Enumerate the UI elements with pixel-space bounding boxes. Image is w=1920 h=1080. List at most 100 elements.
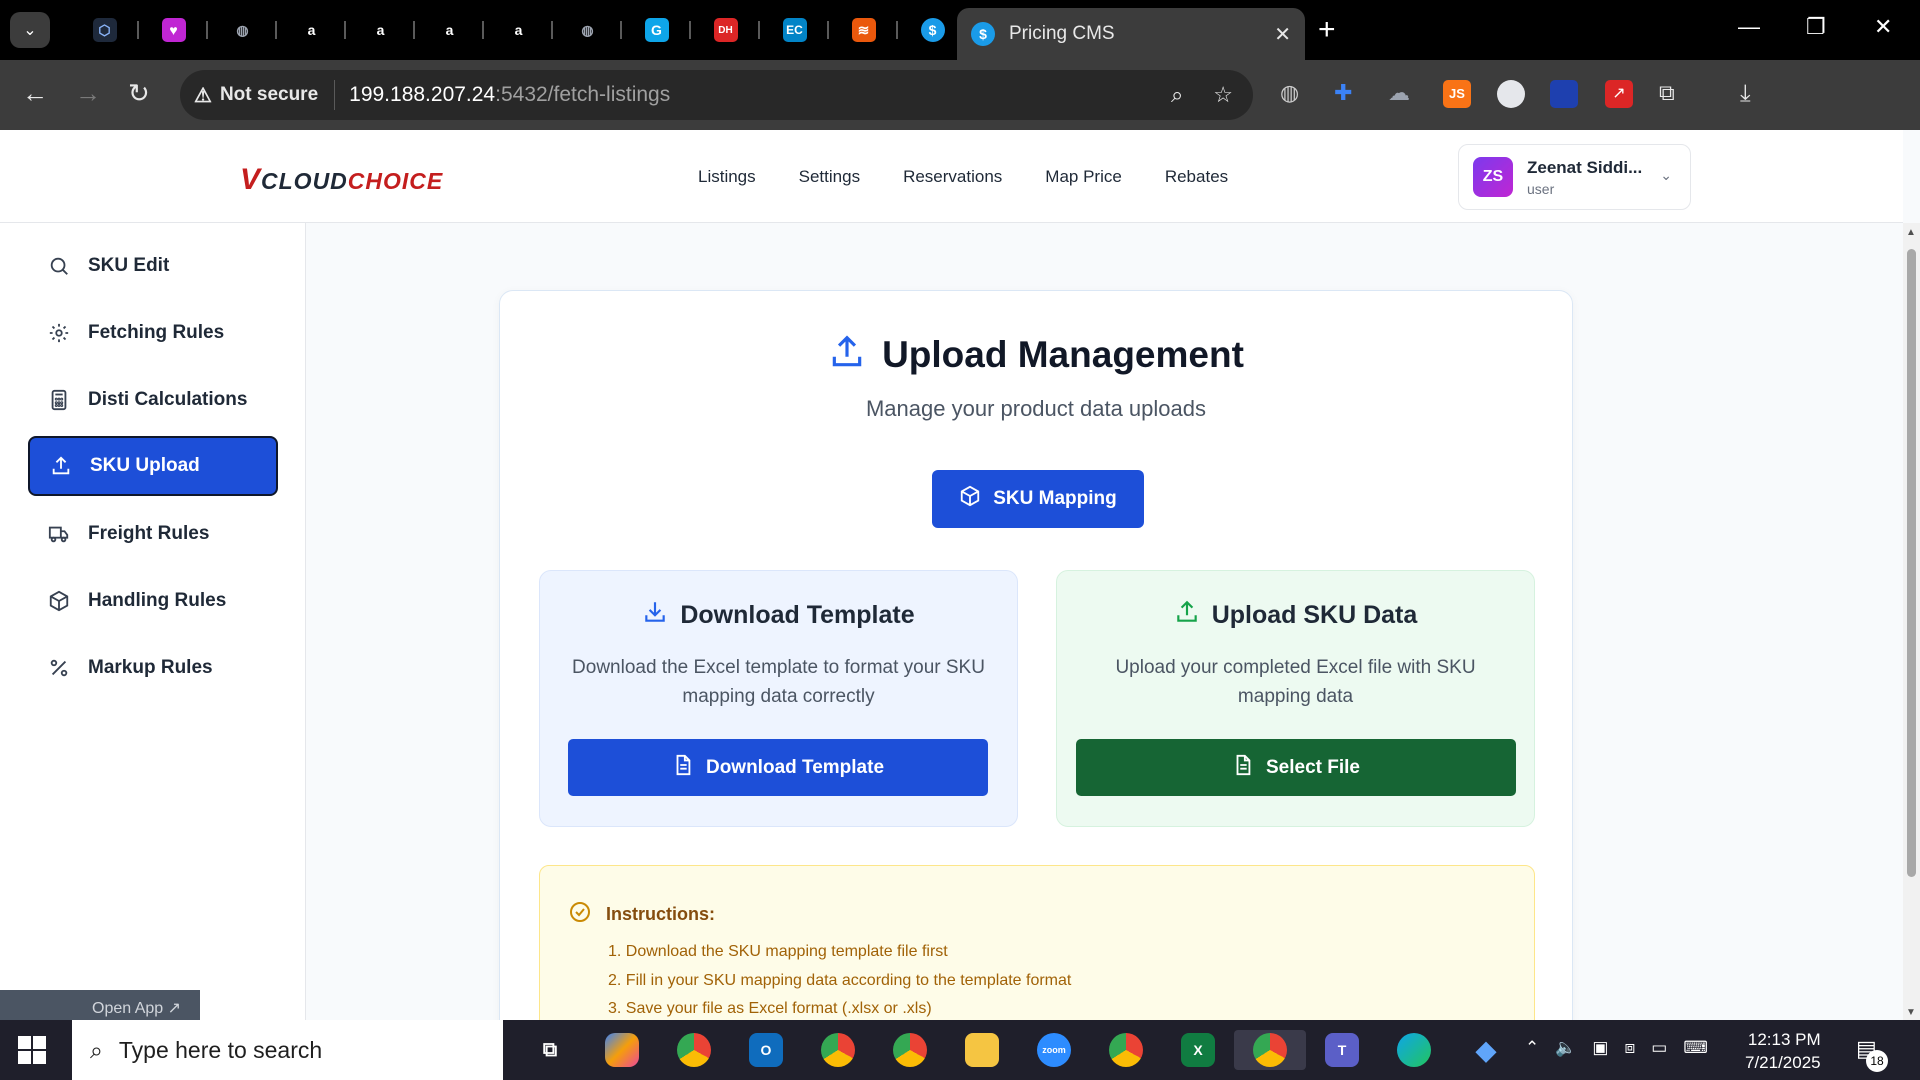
pinned-tab[interactable]: a	[277, 12, 346, 48]
scroll-down-icon[interactable]: ▼	[1906, 1007, 1916, 1018]
js-extension-icon[interactable]: JS	[1443, 80, 1471, 108]
sidebar-item-disti-calculations[interactable]: Disti Calculations	[28, 370, 278, 430]
active-tab[interactable]: $ Pricing CMS ✕	[957, 8, 1305, 60]
pinned-tab[interactable]: G	[622, 12, 691, 48]
page-scrollbar[interactable]: ▲ ▼	[1903, 223, 1920, 1020]
file-explorer-icon[interactable]	[946, 1030, 1018, 1070]
nav-settings[interactable]: Settings	[799, 167, 860, 187]
dollar-icon: $	[920, 18, 945, 42]
open-app-button[interactable]: Open App ↗	[0, 990, 200, 1020]
pinned-tab[interactable]: ◍	[553, 12, 622, 48]
chrome-icon[interactable]	[1090, 1030, 1162, 1070]
app-diamond-icon[interactable]: ◆	[1450, 1030, 1522, 1070]
globe-icon: ◍	[581, 21, 594, 38]
notifications-icon[interactable]: ▤ 18	[1856, 1036, 1888, 1072]
edge-icon[interactable]	[1378, 1030, 1450, 1070]
chevron-up-icon[interactable]: ⌃	[1525, 1038, 1539, 1058]
amazon-icon: a	[307, 22, 316, 38]
close-tab-icon[interactable]: ✕	[1274, 22, 1291, 47]
taskbar-clock[interactable]: 12:13 PM 7/21/2025	[1745, 1028, 1821, 1074]
sidebar-item-handling-rules[interactable]: Handling Rules	[28, 571, 278, 631]
pinned-tab[interactable]: ♥	[139, 12, 208, 48]
url-host: 199.188.207.24	[349, 83, 496, 106]
circle-extension-icon[interactable]	[1497, 80, 1525, 108]
pinned-tab[interactable]: EC	[760, 12, 829, 48]
volume-icon[interactable]: 🔈	[1555, 1038, 1576, 1058]
outlook-icon[interactable]: O	[730, 1030, 802, 1070]
taskbar-search-input[interactable]: ⌕ Type here to search	[72, 1020, 503, 1080]
sidebar-item-sku-upload[interactable]: SKU Upload	[28, 436, 278, 496]
file-icon	[672, 754, 706, 782]
user-menu[interactable]: ZS Zeenat Siddi... user ⌄	[1458, 144, 1691, 210]
scrollbar-thumb[interactable]	[1907, 249, 1916, 877]
restore-button[interactable]: ❐	[1806, 14, 1826, 40]
box-icon	[46, 588, 72, 614]
page-title: Upload Management	[882, 333, 1244, 375]
address-bar[interactable]: ⚠ Not secure 199.188.207.24:5432/fetch-l…	[180, 70, 1253, 120]
pinned-tab[interactable]: a	[484, 12, 553, 48]
chrome-icon[interactable]	[802, 1030, 874, 1070]
copilot-icon[interactable]	[586, 1030, 658, 1070]
task-view-icon[interactable]: ⧉	[514, 1030, 586, 1070]
sidebar-item-label: Fetching Rules	[88, 322, 225, 343]
pinned-tab[interactable]: a	[415, 12, 484, 48]
back-icon[interactable]: ←	[22, 78, 48, 109]
excel-icon[interactable]: X	[1162, 1030, 1234, 1070]
zoom-icon[interactable]: ⌕	[1171, 82, 1183, 108]
instruction-step: 1. Download the SKU mapping template fil…	[608, 943, 948, 960]
sidebar-item-freight-rules[interactable]: Freight Rules	[28, 504, 278, 564]
puzzle-extension-icon[interactable]: ✚	[1334, 80, 1362, 108]
nav-listings[interactable]: Listings	[698, 167, 756, 187]
bookmark-star-icon[interactable]: ☆	[1213, 82, 1233, 108]
chrome-icon[interactable]	[874, 1030, 946, 1070]
nav-map-price[interactable]: Map Price	[1045, 167, 1122, 187]
forward-icon[interactable]: →	[75, 78, 101, 109]
reload-icon[interactable]: ↻	[128, 78, 150, 109]
box-icon	[959, 485, 993, 513]
extensions-icon[interactable]: ⧉	[1659, 80, 1687, 108]
nav-rebates[interactable]: Rebates	[1165, 167, 1228, 187]
globe-extension-icon[interactable]: ◍	[1280, 80, 1308, 108]
download-template-button[interactable]: Download Template	[568, 739, 988, 796]
sidebar-item-fetching-rules[interactable]: Fetching Rules	[28, 303, 278, 363]
tab-search-button[interactable]: ⌄	[10, 12, 50, 48]
pinned-tab[interactable]: a	[346, 12, 415, 48]
pinned-tab[interactable]: DH	[691, 12, 760, 48]
zoom-icon[interactable]: zoom	[1018, 1030, 1090, 1070]
select-file-button[interactable]: Select File	[1076, 739, 1516, 796]
warning-icon: ⚠	[194, 84, 212, 107]
url-text[interactable]: 199.188.207.24:5432/fetch-listings	[335, 83, 670, 107]
taskbar-apps: ⧉ O zoom X T ◆	[514, 1030, 1522, 1070]
sidebar-item-sku-edit[interactable]: SKU Edit	[28, 236, 278, 296]
url-path: :5432/fetch-listings	[495, 83, 671, 106]
cloudchoice-logo[interactable]: VCLOUDCHOICE	[240, 163, 443, 197]
close-window-button[interactable]: ✕	[1874, 14, 1892, 40]
minimize-button[interactable]: —	[1738, 14, 1760, 40]
pinned-tab[interactable]: ≋	[829, 12, 898, 48]
file-icon	[1232, 754, 1266, 782]
cloud-extension-icon[interactable]: ☁	[1388, 80, 1416, 108]
arrow-extension-icon[interactable]: ↗	[1605, 80, 1633, 108]
meet-icon[interactable]: ▣	[1592, 1038, 1608, 1058]
browser-toolbar: ← → ↻ ⚠ Not secure 199.188.207.24:5432/f…	[0, 60, 1920, 169]
nav-reservations[interactable]: Reservations	[903, 167, 1002, 187]
sidebar-item-markup-rules[interactable]: Markup Rules	[28, 638, 278, 698]
app-header: VCLOUDCHOICE Listings Settings Reservati…	[0, 130, 1903, 223]
chart-extension-icon[interactable]	[1550, 80, 1578, 108]
security-indicator[interactable]: ⚠ Not secure	[194, 80, 336, 110]
upload-icon	[828, 333, 866, 376]
search-icon: ⌕	[90, 1036, 103, 1063]
teams-icon[interactable]: T	[1306, 1030, 1378, 1070]
windows-start-icon[interactable]	[18, 1036, 46, 1064]
network-icon[interactable]: ⌨	[1683, 1038, 1708, 1058]
display-icon[interactable]: ⧈	[1624, 1038, 1635, 1058]
pinned-tab[interactable]: ⬡	[70, 12, 139, 48]
scroll-up-icon[interactable]: ▲	[1906, 227, 1916, 238]
sku-mapping-button[interactable]: SKU Mapping	[932, 470, 1144, 528]
new-tab-button[interactable]: +	[1318, 12, 1336, 48]
pinned-tab[interactable]: ◍	[208, 12, 277, 48]
download-icon[interactable]: ⤓	[1740, 80, 1768, 108]
chrome-icon[interactable]	[658, 1030, 730, 1070]
battery-icon[interactable]: ▭	[1651, 1038, 1667, 1058]
chrome-icon[interactable]	[1234, 1030, 1306, 1070]
